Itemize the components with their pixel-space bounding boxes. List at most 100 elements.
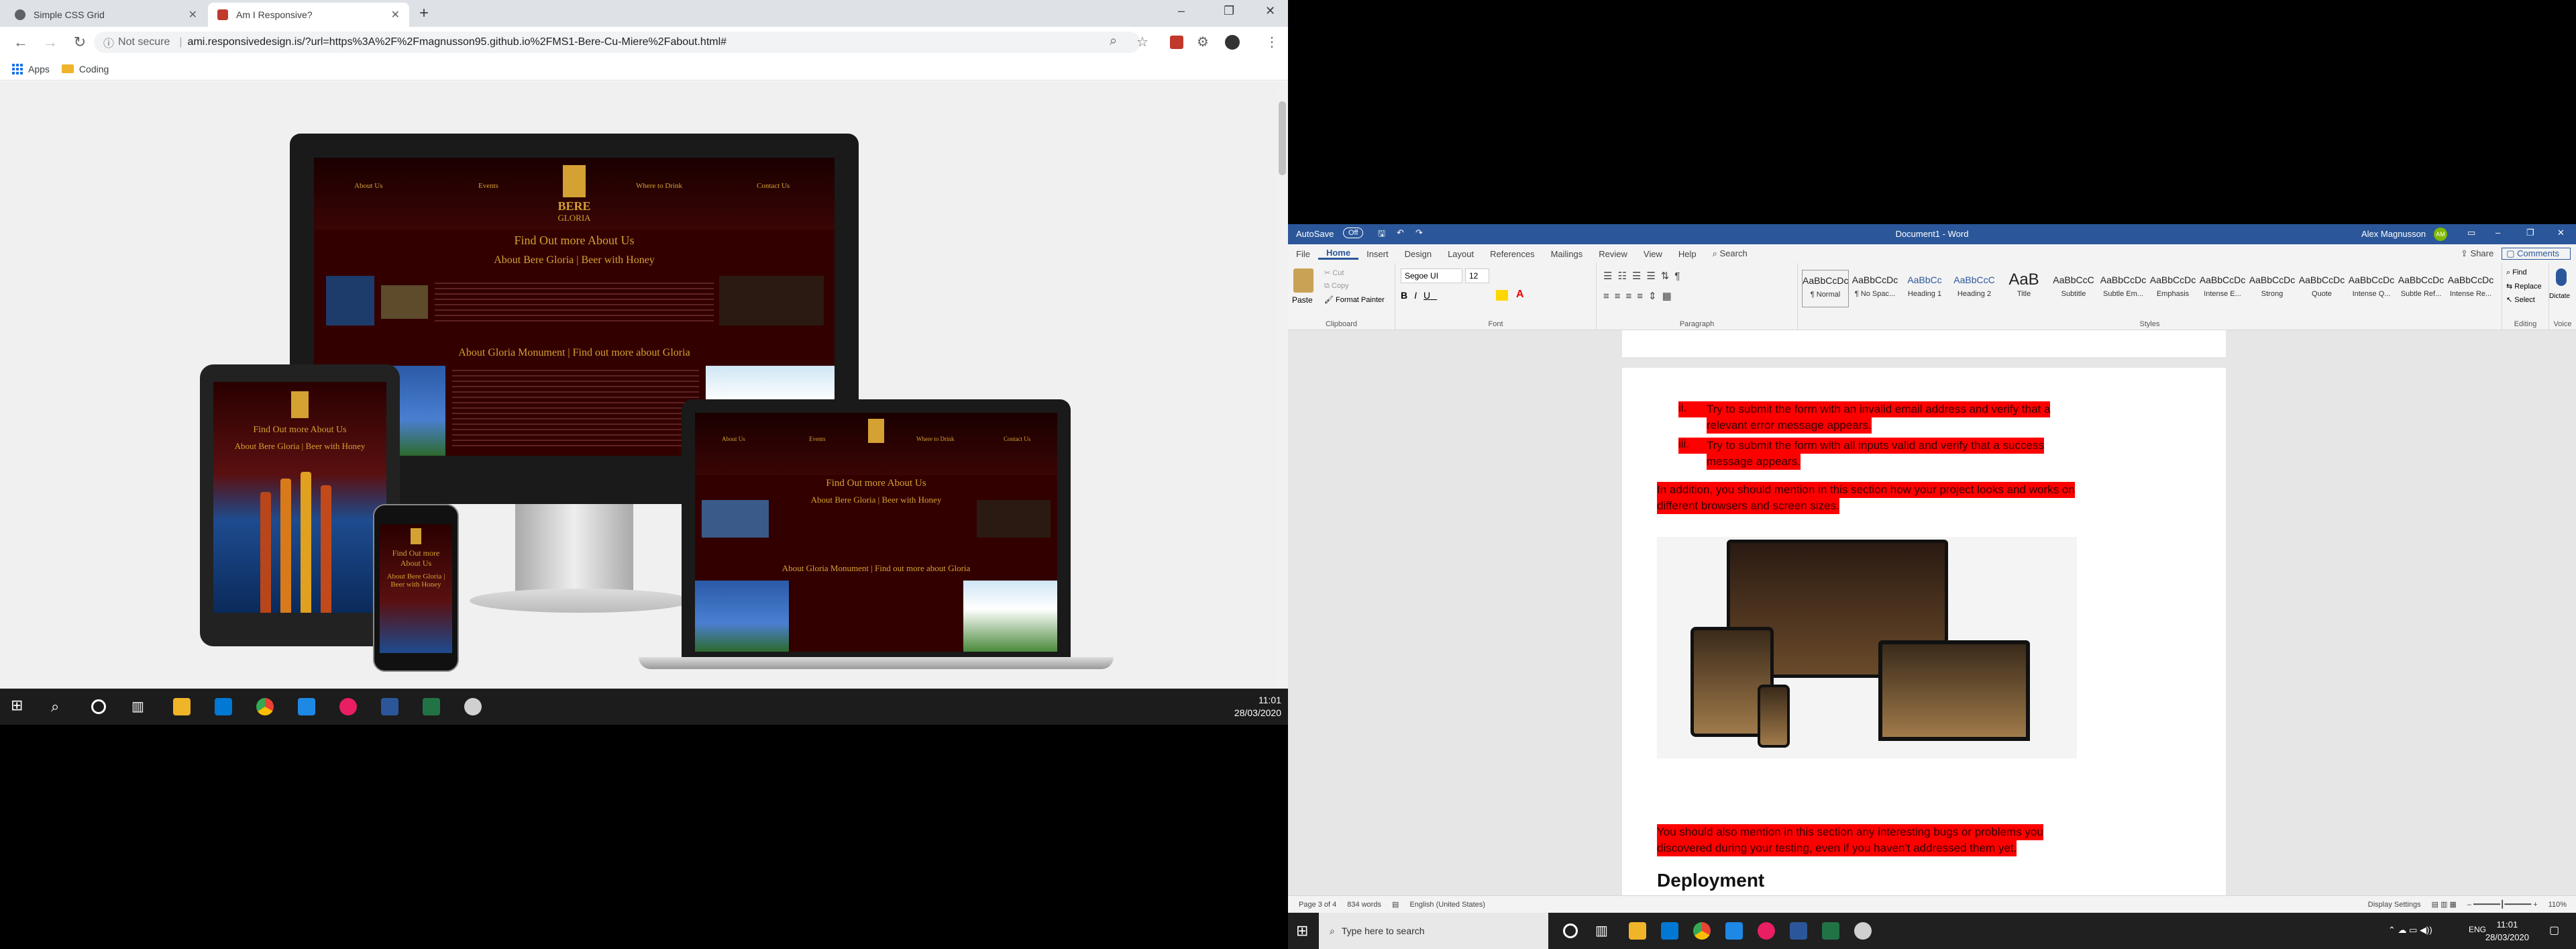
nav-where[interactable]: Where to Drink <box>916 436 954 442</box>
nav-where[interactable]: Where to Drink <box>636 182 682 190</box>
scroll-thumb[interactable] <box>1279 101 1286 175</box>
style-8[interactable]: AaBbCcDc Intense E... <box>2199 270 2246 307</box>
tab-home[interactable]: Home <box>1318 248 1359 260</box>
style-10[interactable]: AaBbCcDc Quote <box>2298 270 2345 307</box>
microphone-icon[interactable] <box>2556 268 2567 286</box>
tab-mailings[interactable]: Mailings <box>1543 249 1591 259</box>
tell-me-search[interactable]: ⌕ Search <box>1705 248 1756 259</box>
task-view-icon[interactable]: ▥ <box>131 698 149 715</box>
style-9[interactable]: AaBbCcDc Strong <box>2249 270 2296 307</box>
nav-about[interactable]: About Us <box>354 182 382 190</box>
highlight-color-icon[interactable] <box>1496 290 1508 301</box>
excel-icon[interactable] <box>1822 922 1839 940</box>
maximize-icon[interactable]: ❐ <box>1224 4 1234 18</box>
style-0[interactable]: AaBbCcDc ¶ Normal <box>1802 270 1849 307</box>
mail-icon[interactable] <box>1661 922 1678 940</box>
word-icon[interactable] <box>381 698 398 715</box>
notifications-icon[interactable]: ▢ <box>2549 923 2559 937</box>
tab-view[interactable]: View <box>1635 249 1670 259</box>
maximize-icon[interactable]: ❐ <box>2526 228 2534 238</box>
extension-gear-icon[interactable]: ⚙ <box>1197 34 1209 50</box>
tab-am-i-responsive[interactable]: Am I Responsive? ✕ <box>208 3 409 27</box>
vscode-icon[interactable] <box>298 698 315 715</box>
extension-icon[interactable] <box>1170 36 1183 49</box>
document-page[interactable]: ii. Try to submit the form with an inval… <box>1622 368 2226 895</box>
info-icon[interactable]: ⓘ <box>103 34 114 50</box>
vscode-icon[interactable] <box>1725 922 1743 940</box>
proofing-icon[interactable]: ▤ <box>1392 900 1399 909</box>
tab-review[interactable]: Review <box>1591 249 1635 259</box>
tab-design[interactable]: Design <box>1397 249 1440 259</box>
zoom-slider[interactable]: – ━━━━━━┃━━━━━━ + <box>2467 900 2538 909</box>
style-13[interactable]: AaBbCcDc Intense Re... <box>2447 270 2494 307</box>
paste-icon[interactable] <box>1293 268 1313 293</box>
reload-icon[interactable]: ↻ <box>71 34 89 51</box>
word-count[interactable]: 834 words <box>1347 901 1381 909</box>
profile-avatar-icon[interactable] <box>1225 35 1240 50</box>
list-buttons[interactable]: ☰☷☰☰⇅¶ <box>1603 270 1685 282</box>
address-bar[interactable]: ⓘ Not secure | ami.responsivedesign.is/?… <box>94 32 1140 53</box>
document-area[interactable]: ii. Try to submit the form with an inval… <box>1288 330 2576 895</box>
font-format-buttons[interactable]: BIU <box>1401 290 1437 301</box>
slack-icon[interactable] <box>339 698 357 715</box>
bookmark-star-icon[interactable]: ☆ <box>1136 34 1148 50</box>
ribbon-display-icon[interactable]: ▭ <box>2467 228 2475 238</box>
font-color-icon[interactable]: A <box>1516 289 1524 301</box>
style-2[interactable]: AaBbCc Heading 1 <box>1901 270 1948 307</box>
mail-icon[interactable] <box>215 698 232 715</box>
format-painter-button[interactable]: 🖌 Format Painter <box>1324 295 1385 304</box>
windows-start-icon[interactable]: ⊞ <box>1296 922 1308 940</box>
dictate-button[interactable]: Dictate <box>2549 293 2570 300</box>
responsive-mockup-image[interactable] <box>1657 537 2077 758</box>
new-tab-button[interactable]: + <box>419 4 429 23</box>
back-icon[interactable]: ← <box>12 34 30 51</box>
style-11[interactable]: AaBbCcDc Intense Q... <box>2348 270 2395 307</box>
style-3[interactable]: AaBbCcC Heading 2 <box>1951 270 1998 307</box>
slack-icon[interactable] <box>1758 922 1775 940</box>
cut-button[interactable]: ✂ Cut <box>1324 268 1344 277</box>
tab-help[interactable]: Help <box>1670 249 1705 259</box>
excel-icon[interactable] <box>423 698 440 715</box>
search-icon[interactable]: ⌕ <box>51 698 68 715</box>
copy-button[interactable]: ⧉ Copy <box>1324 282 1349 291</box>
chrome-icon[interactable] <box>1693 922 1711 940</box>
forward-icon[interactable]: → <box>42 34 59 51</box>
file-explorer-icon[interactable] <box>173 698 191 715</box>
share-button[interactable]: ⇪ Share <box>2453 248 2502 259</box>
minimize-icon[interactable]: – <box>1178 4 1185 18</box>
tab-references[interactable]: References <box>1482 249 1542 259</box>
taskbar-search[interactable]: ⌕ Type here to search <box>1319 913 1548 949</box>
paste-button[interactable]: Paste <box>1292 295 1313 305</box>
page-count[interactable]: Page 3 of 4 <box>1299 901 1336 909</box>
close-tab-icon[interactable]: ✕ <box>391 8 400 21</box>
style-5[interactable]: AaBbCcC Subtitle <box>2050 270 2097 307</box>
menu-kebab-icon[interactable]: ⋮ <box>1265 34 1279 50</box>
file-explorer-icon[interactable] <box>1629 922 1646 940</box>
view-icons[interactable]: ▤ ▥ ▦ <box>2432 900 2457 909</box>
tab-simple-css-grid[interactable]: Simple CSS Grid ✕ <box>5 3 207 27</box>
minimize-icon[interactable]: – <box>2496 228 2500 238</box>
style-12[interactable]: AaBbCcDc Subtle Ref... <box>2398 270 2445 307</box>
nav-about[interactable]: About Us <box>722 436 745 442</box>
select-button[interactable]: ↖ Select <box>2506 295 2535 304</box>
windows-start-icon[interactable]: ⊞ <box>11 697 28 714</box>
chrome-icon[interactable] <box>256 698 274 715</box>
style-4[interactable]: AaB Title <box>2000 270 2047 307</box>
paint-icon[interactable] <box>464 698 482 715</box>
system-clock[interactable]: 11:01 28/03/2020 <box>1234 694 1281 719</box>
font-size-select[interactable]: 12 <box>1465 268 1489 283</box>
close-window-icon[interactable]: ✕ <box>1265 4 1275 18</box>
word-icon[interactable] <box>1790 922 1807 940</box>
language[interactable]: English (United States) <box>1409 901 1485 909</box>
close-window-icon[interactable]: ✕ <box>2557 228 2565 238</box>
find-button[interactable]: ⌕ Find <box>2506 268 2527 277</box>
page-scrollbar[interactable] <box>1277 81 1288 689</box>
zoom-icon[interactable]: ⌕ <box>1110 34 1117 49</box>
tray-icons[interactable]: ⌃ ☁ ▭ ◀)) <box>2388 925 2432 936</box>
bookmark-coding[interactable]: Coding <box>61 64 109 74</box>
style-7[interactable]: AaBbCcDc Emphasis <box>2149 270 2196 307</box>
cortana-icon[interactable] <box>1563 923 1578 938</box>
input-language[interactable]: ENG <box>2469 925 2486 934</box>
replace-button[interactable]: ⇆ Replace <box>2506 282 2542 291</box>
zoom-level[interactable]: 110% <box>2548 901 2567 909</box>
